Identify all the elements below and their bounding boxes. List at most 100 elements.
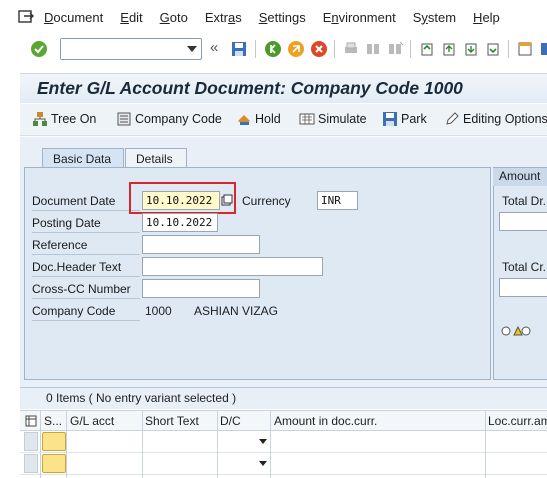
company-code-label: Company Code bbox=[135, 112, 222, 126]
row-status-cell[interactable] bbox=[42, 432, 66, 451]
amount-panel-header: Amount bbox=[493, 168, 547, 186]
items-grid-header: S... G/L acct Short Text D/C Amount in d… bbox=[20, 410, 547, 478]
next-page-icon[interactable] bbox=[462, 40, 480, 58]
label-underline bbox=[32, 320, 140, 321]
menu-document[interactable]: Document bbox=[44, 10, 103, 25]
hold-icon bbox=[236, 111, 252, 127]
toolbar-separator bbox=[508, 40, 509, 58]
simulate-label: Simulate bbox=[318, 112, 367, 126]
document-date-label: Document Date bbox=[32, 194, 116, 208]
table-row[interactable] bbox=[20, 431, 547, 453]
park-label: Park bbox=[401, 112, 427, 126]
tab-basic-data[interactable]: Basic Data bbox=[42, 148, 124, 168]
command-dropdown-icon[interactable] bbox=[187, 46, 197, 52]
menu-help[interactable]: Help bbox=[473, 10, 500, 25]
label-underline bbox=[32, 298, 140, 299]
enter-check-icon[interactable] bbox=[30, 40, 48, 58]
col-amount-doc-curr[interactable]: Amount in doc.curr. bbox=[274, 414, 377, 428]
balance-status-icon bbox=[501, 325, 531, 340]
menu-exit-icon[interactable] bbox=[16, 7, 36, 27]
row-selector[interactable] bbox=[24, 454, 38, 473]
dc-dropdown-icon[interactable] bbox=[259, 439, 267, 444]
print-icon[interactable] bbox=[342, 40, 360, 58]
label-underline bbox=[32, 232, 140, 233]
tab-details[interactable]: Details bbox=[125, 148, 187, 168]
col-status[interactable]: S... bbox=[44, 414, 62, 428]
tree-on-label: Tree On bbox=[51, 112, 97, 126]
cross-cc-number-label: Cross-CC Number bbox=[32, 282, 131, 296]
last-page-icon[interactable] bbox=[484, 40, 502, 58]
posting-date-label: Posting Date bbox=[32, 216, 101, 230]
find-next-icon[interactable] bbox=[386, 40, 404, 58]
menu-extras[interactable]: Extras bbox=[205, 10, 242, 25]
park-button[interactable]: Park bbox=[382, 111, 427, 127]
total-dr-field bbox=[499, 212, 547, 231]
col-dc[interactable]: D/C bbox=[220, 414, 241, 428]
exit-icon[interactable] bbox=[287, 40, 305, 58]
menu-environment[interactable]: Environment bbox=[323, 10, 396, 25]
menu-bar: Document Edit Goto Extras Settings Envir… bbox=[0, 0, 547, 34]
items-summary: 0 Items ( No entry variant selected ) bbox=[20, 387, 547, 409]
editing-options-button[interactable]: Editing Options bbox=[444, 111, 547, 127]
col-short-text[interactable]: Short Text bbox=[145, 414, 199, 428]
new-session-icon[interactable] bbox=[516, 40, 534, 58]
shortcut-icon[interactable] bbox=[538, 40, 547, 58]
total-dr-label: Total Dr. bbox=[502, 194, 547, 208]
previous-page-icon[interactable] bbox=[440, 40, 458, 58]
menu-goto[interactable]: Goto bbox=[160, 10, 188, 25]
menu-system[interactable]: System bbox=[413, 10, 456, 25]
label-underline bbox=[32, 254, 140, 255]
total-cr-field bbox=[499, 278, 547, 297]
company-code-button[interactable]: Company Code bbox=[116, 111, 222, 127]
collapse-icon[interactable]: « bbox=[210, 39, 218, 56]
reference-label: Reference bbox=[32, 238, 88, 252]
toolbar-separator bbox=[410, 40, 411, 58]
tree-icon bbox=[32, 111, 48, 127]
simulate-button[interactable]: Simulate bbox=[299, 111, 367, 127]
row-status-cell[interactable] bbox=[42, 454, 66, 473]
grid-divider bbox=[485, 431, 486, 477]
command-field[interactable] bbox=[60, 38, 202, 60]
cancel-icon[interactable] bbox=[310, 40, 328, 58]
simulate-icon bbox=[299, 111, 315, 127]
toolbar-separator bbox=[255, 40, 256, 58]
command-input[interactable] bbox=[61, 39, 181, 59]
table-settings-icon[interactable] bbox=[25, 415, 37, 430]
screen-title-bar: Enter G/L Account Document: Company Code… bbox=[20, 73, 547, 103]
total-cr-label: Total Cr. bbox=[502, 260, 547, 274]
grid-divider bbox=[217, 431, 218, 477]
currency-field[interactable]: INR bbox=[317, 191, 358, 210]
first-page-icon[interactable] bbox=[418, 40, 436, 58]
application-toolbar: Tree On Company Code Hold Simulate Park … bbox=[20, 104, 547, 136]
grid-divider bbox=[270, 431, 271, 477]
posting-date-field[interactable]: 10.10.2022 bbox=[142, 213, 218, 232]
col-loc-curr-amount[interactable]: Loc.curr.am bbox=[488, 414, 547, 428]
save-icon[interactable] bbox=[230, 40, 248, 58]
company-name-value: ASHIAN VIZAG bbox=[194, 304, 279, 318]
back-icon[interactable] bbox=[264, 40, 282, 58]
doc-header-text-field[interactable] bbox=[142, 257, 323, 276]
row-selector[interactable] bbox=[24, 432, 38, 451]
editing-options-label: Editing Options bbox=[463, 112, 547, 126]
standard-toolbar: « bbox=[0, 34, 547, 64]
menu-edit[interactable]: Edit bbox=[120, 10, 142, 25]
col-gl-acct[interactable]: G/L acct bbox=[70, 414, 114, 428]
hold-label: Hold bbox=[255, 112, 281, 126]
menu-settings[interactable]: Settings bbox=[259, 10, 306, 25]
reference-field[interactable] bbox=[142, 235, 260, 254]
company-code-value: 1000 bbox=[145, 304, 172, 318]
pencil-icon bbox=[444, 111, 460, 127]
calendar-picker-icon[interactable] bbox=[221, 194, 233, 209]
company-code-label: Company Code bbox=[32, 304, 116, 318]
tree-on-button[interactable]: Tree On bbox=[32, 111, 96, 127]
grid-divider bbox=[40, 431, 41, 477]
cross-cc-number-field[interactable] bbox=[142, 279, 260, 298]
dc-dropdown-icon[interactable] bbox=[259, 461, 267, 466]
currency-label: Currency bbox=[242, 194, 291, 208]
grid-divider bbox=[66, 431, 67, 477]
hold-button[interactable]: Hold bbox=[236, 111, 281, 127]
page-title: Enter G/L Account Document: Company Code… bbox=[37, 78, 463, 98]
company-code-icon bbox=[116, 111, 132, 127]
find-icon[interactable] bbox=[364, 40, 382, 58]
table-row[interactable] bbox=[20, 453, 547, 475]
